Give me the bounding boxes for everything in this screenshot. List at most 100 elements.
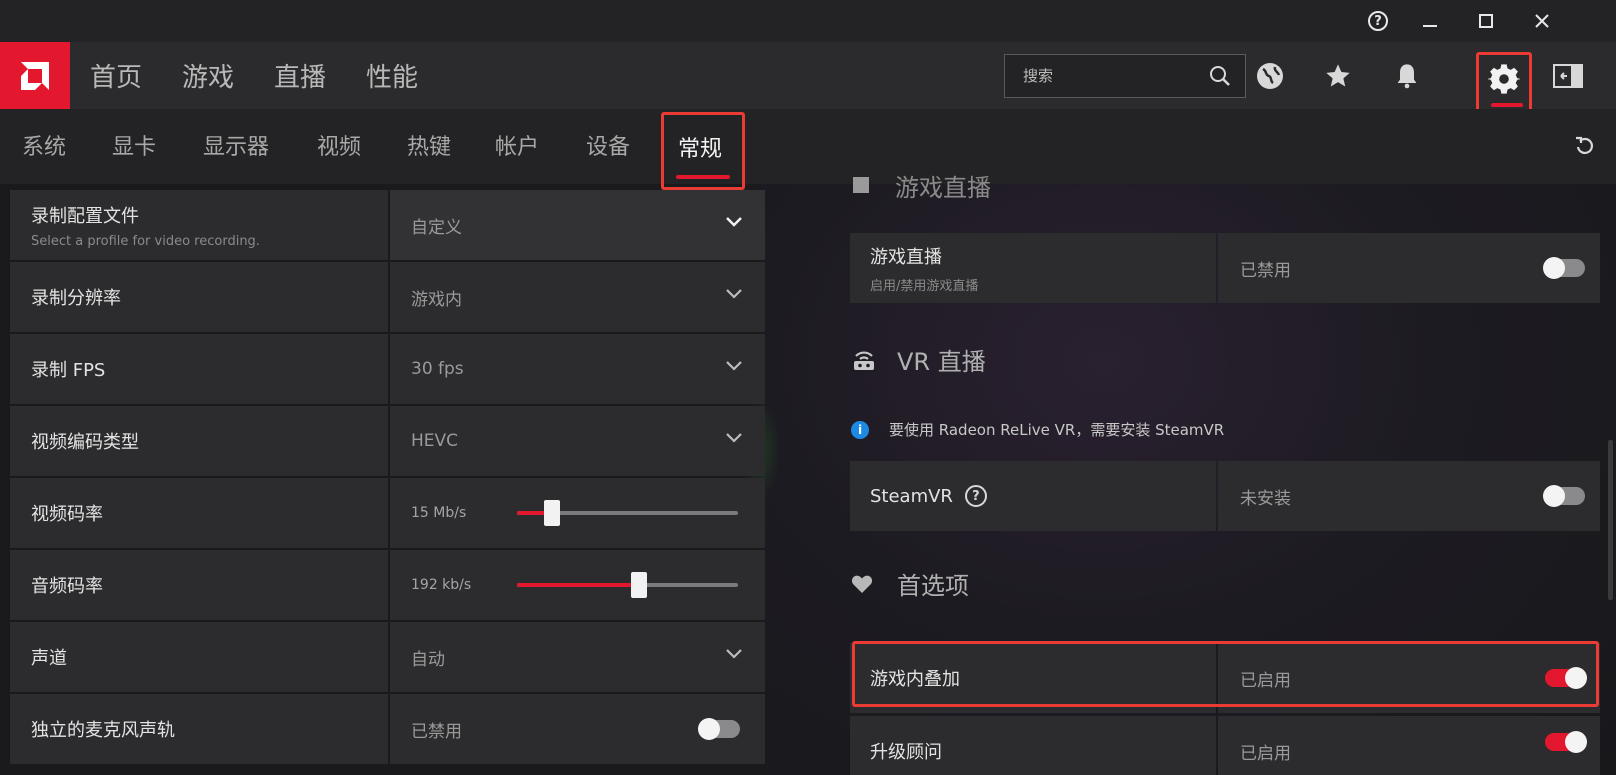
toggle-status: 已禁用: [411, 721, 462, 742]
gear-icon: [1488, 64, 1520, 94]
slider-value: 15 Mb/s: [411, 505, 467, 521]
setting-label-cell: 录制配置文件 Select a profile for video record…: [10, 190, 388, 260]
tab-devices[interactable]: 设备: [586, 129, 630, 161]
chevron-down-icon: [726, 649, 742, 659]
setting-label-cell: 录制 FPS: [10, 334, 388, 404]
tab-video[interactable]: 视频: [317, 129, 361, 161]
setting-label: 音频码率: [31, 576, 103, 597]
help-icon: ?: [1368, 11, 1388, 31]
dropdown-value: 自定义: [411, 217, 462, 238]
nav-streaming[interactable]: 直播: [274, 57, 326, 94]
resolution-dropdown[interactable]: 游戏内: [390, 262, 765, 332]
setting-row-steamvr: SteamVR ? 未安装: [850, 461, 1600, 531]
upgrade-advisor-toggle[interactable]: [1545, 731, 1587, 753]
minimize-icon: [1423, 25, 1437, 27]
video-bitrate-slider[interactable]: [517, 500, 738, 526]
game-streaming-cell: 已禁用: [1218, 233, 1600, 303]
setting-label: 游戏直播: [870, 246, 942, 268]
globe-button[interactable]: [1248, 54, 1292, 98]
tab-active-indicator: [676, 175, 730, 179]
overlay-highlight: [852, 641, 1599, 707]
setting-label: 录制配置文件: [31, 205, 139, 227]
encoding-dropdown[interactable]: HEVC: [390, 406, 765, 476]
toggle-knob: [1543, 257, 1565, 279]
setting-label-cell: 音频码率: [10, 550, 388, 620]
recording-settings-panel: 录制配置文件 Select a profile for video record…: [10, 190, 765, 775]
setting-label-cell: 录制分辨率: [10, 262, 388, 332]
setting-description: 启用/禁用游戏直播: [870, 278, 979, 294]
toggle-status: 已启用: [1240, 743, 1291, 764]
vr-headset-icon: [854, 351, 874, 370]
recording-profile-dropdown[interactable]: 自定义: [390, 190, 765, 260]
setting-row-recording-profile: 录制配置文件 Select a profile for video record…: [10, 190, 765, 260]
chevron-down-icon: [726, 433, 742, 443]
channels-dropdown[interactable]: 自动: [390, 622, 765, 692]
slider-fill: [517, 583, 639, 587]
tab-general-label: 常规: [678, 137, 723, 162]
close-button[interactable]: [1520, 6, 1564, 36]
mic-track-cell: 已禁用: [390, 694, 765, 764]
setting-row-resolution: 录制分辨率 游戏内: [10, 262, 765, 332]
setting-label-cell: 游戏直播 启用/禁用游戏直播: [850, 233, 1216, 303]
section-preferences-heading: 首选项: [851, 566, 969, 601]
tab-general[interactable]: 常规: [661, 112, 745, 190]
setting-row-video-bitrate: 视频码率 15 Mb/s: [10, 478, 765, 548]
help-icon[interactable]: ?: [964, 485, 987, 507]
dropdown-value: 30 fps: [411, 359, 464, 379]
mic-track-toggle[interactable]: [698, 718, 740, 740]
scrollbar[interactable]: [1608, 440, 1613, 600]
settings-active-indicator: [1491, 103, 1523, 107]
reset-icon[interactable]: [1574, 135, 1596, 157]
section-vr-heading: VR 直播: [851, 342, 986, 377]
help-button[interactable]: ?: [1356, 6, 1400, 36]
minimize-button[interactable]: [1408, 6, 1452, 36]
search-input[interactable]: [1023, 67, 1193, 85]
heart-icon: [851, 575, 873, 593]
fps-dropdown[interactable]: 30 fps: [390, 334, 765, 404]
maximize-button[interactable]: [1464, 6, 1508, 36]
search-box[interactable]: [1004, 54, 1246, 98]
tab-account[interactable]: 帐户: [495, 129, 539, 161]
favorites-button[interactable]: [1316, 54, 1360, 98]
setting-row-audio-bitrate: 音频码率 192 kb/s: [10, 550, 765, 620]
info-text: 要使用 Radeon ReLive VR，需要安装 SteamVR: [889, 421, 1225, 439]
slider-handle[interactable]: [544, 500, 560, 526]
slider-handle[interactable]: [631, 572, 647, 598]
nav-home[interactable]: 首页: [90, 57, 142, 94]
setting-label-cell: 独立的麦克风声轨: [10, 694, 388, 764]
amd-logo[interactable]: [0, 42, 70, 109]
setting-label-cell: 升级顾问: [850, 716, 1216, 775]
toggle-knob: [1565, 731, 1587, 753]
chevron-down-icon: [726, 217, 742, 227]
setting-row-channels: 声道 自动: [10, 622, 765, 692]
nav-performance[interactable]: 性能: [366, 57, 418, 94]
setting-label: 录制 FPS: [31, 360, 106, 381]
broadcast-icon: [853, 177, 869, 193]
tab-hotkeys[interactable]: 热键: [407, 129, 451, 161]
toggle-status: 未安装: [1240, 488, 1291, 509]
setting-label: 视频码率: [31, 504, 103, 525]
setting-label: 独立的麦克风声轨: [31, 720, 175, 741]
steamvr-toggle[interactable]: [1543, 485, 1585, 507]
amd-logo-icon: [21, 61, 49, 90]
collapse-panel-button[interactable]: [1546, 54, 1590, 98]
tab-system[interactable]: 系统: [22, 129, 66, 161]
sidebar-toggle-icon: [1553, 64, 1583, 88]
nav-games[interactable]: 游戏: [182, 57, 234, 94]
setting-label-cell: 视频编码类型: [10, 406, 388, 476]
notifications-button[interactable]: [1385, 54, 1429, 98]
upgrade-advisor-cell: 已启用: [1218, 716, 1600, 775]
tab-graphics[interactable]: 显卡: [112, 129, 156, 161]
maximize-icon: [1479, 14, 1493, 28]
search-icon[interactable]: [1209, 65, 1231, 87]
tab-display[interactable]: 显示器: [203, 129, 269, 161]
game-streaming-toggle[interactable]: [1543, 257, 1585, 279]
setting-label: 录制分辨率: [31, 288, 121, 309]
audio-bitrate-slider[interactable]: [517, 572, 738, 598]
globe-icon: [1257, 63, 1283, 89]
setting-label: 升级顾问: [870, 742, 942, 763]
setting-row-fps: 录制 FPS 30 fps: [10, 334, 765, 404]
section-title: VR 直播: [897, 348, 986, 376]
setting-label-cell: 声道: [10, 622, 388, 692]
settings-button[interactable]: [1476, 52, 1532, 116]
